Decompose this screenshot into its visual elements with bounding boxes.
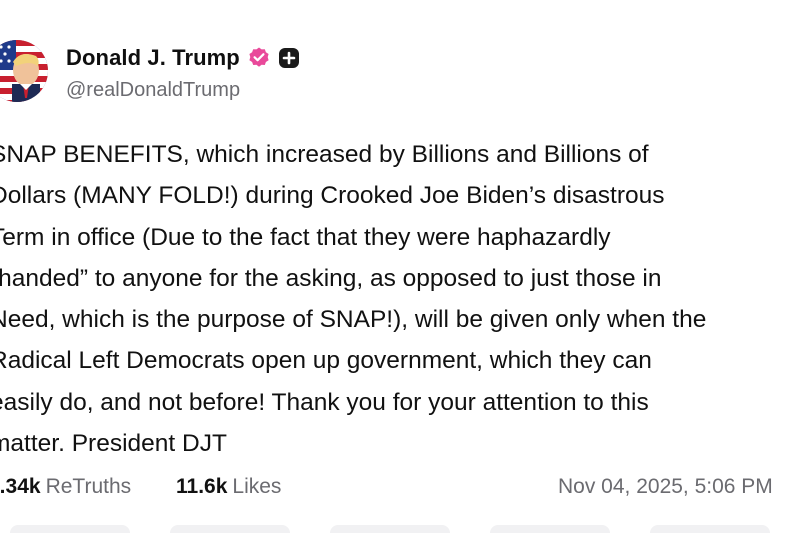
post-text-line: matter. President DJT — [0, 430, 227, 458]
post-timestamp[interactable]: Nov 04, 2025, 5:06 PM — [558, 475, 773, 499]
like-action-button[interactable] — [330, 525, 450, 533]
truth-post: Donald J. Trump @realDonaldTrump SNAP BE… — [0, 0, 800, 533]
reply-action-button[interactable] — [10, 525, 130, 533]
retruth-action-button[interactable] — [170, 525, 290, 533]
post-text-line: Dollars (MANY FOLD!) during Crooked Joe … — [0, 182, 665, 210]
post-text-line: Term in office (Due to the fact that the… — [0, 223, 611, 251]
author-name-row: Donald J. Trump — [66, 43, 300, 73]
likes-count: 11.6k — [176, 475, 228, 498]
more-action-button[interactable] — [650, 525, 770, 533]
post-footer: 1.34kReTruths 11.6kLikes Nov 04, 2025, 5… — [0, 475, 800, 507]
likes-stat[interactable]: 11.6k Likes — [176, 475, 281, 499]
post-text-line: Radical Left Democrats open up governmen… — [0, 347, 652, 375]
verified-badge-icon — [247, 46, 271, 70]
author-avatar[interactable] — [0, 40, 48, 102]
author-display-name[interactable]: Donald J. Trump — [66, 45, 240, 71]
post-text-line: “handed” to anyone for the asking, as op… — [0, 264, 662, 292]
post-text-line: easily do, and not before! Thank you for… — [0, 388, 649, 416]
share-action-button[interactable] — [490, 525, 610, 533]
retruths-label: ReTruths — [45, 475, 132, 498]
avatar-flag-portrait-icon — [0, 40, 48, 102]
action-bar — [0, 521, 800, 533]
post-body-text: SNAP BENEFITS, which increased by Billio… — [0, 134, 800, 464]
retruths-stat[interactable]: 1.34kReTruths — [0, 475, 131, 499]
author-handle[interactable]: @realDonaldTrump — [66, 79, 240, 102]
retruths-count: 1.34k — [0, 475, 41, 498]
plus-badge-icon — [278, 47, 300, 69]
post-text-line: Need, which is the purpose of SNAP!), wi… — [0, 306, 707, 334]
likes-label: Likes — [232, 475, 282, 498]
post-text-line: SNAP BENEFITS, which increased by Billio… — [0, 141, 649, 168]
